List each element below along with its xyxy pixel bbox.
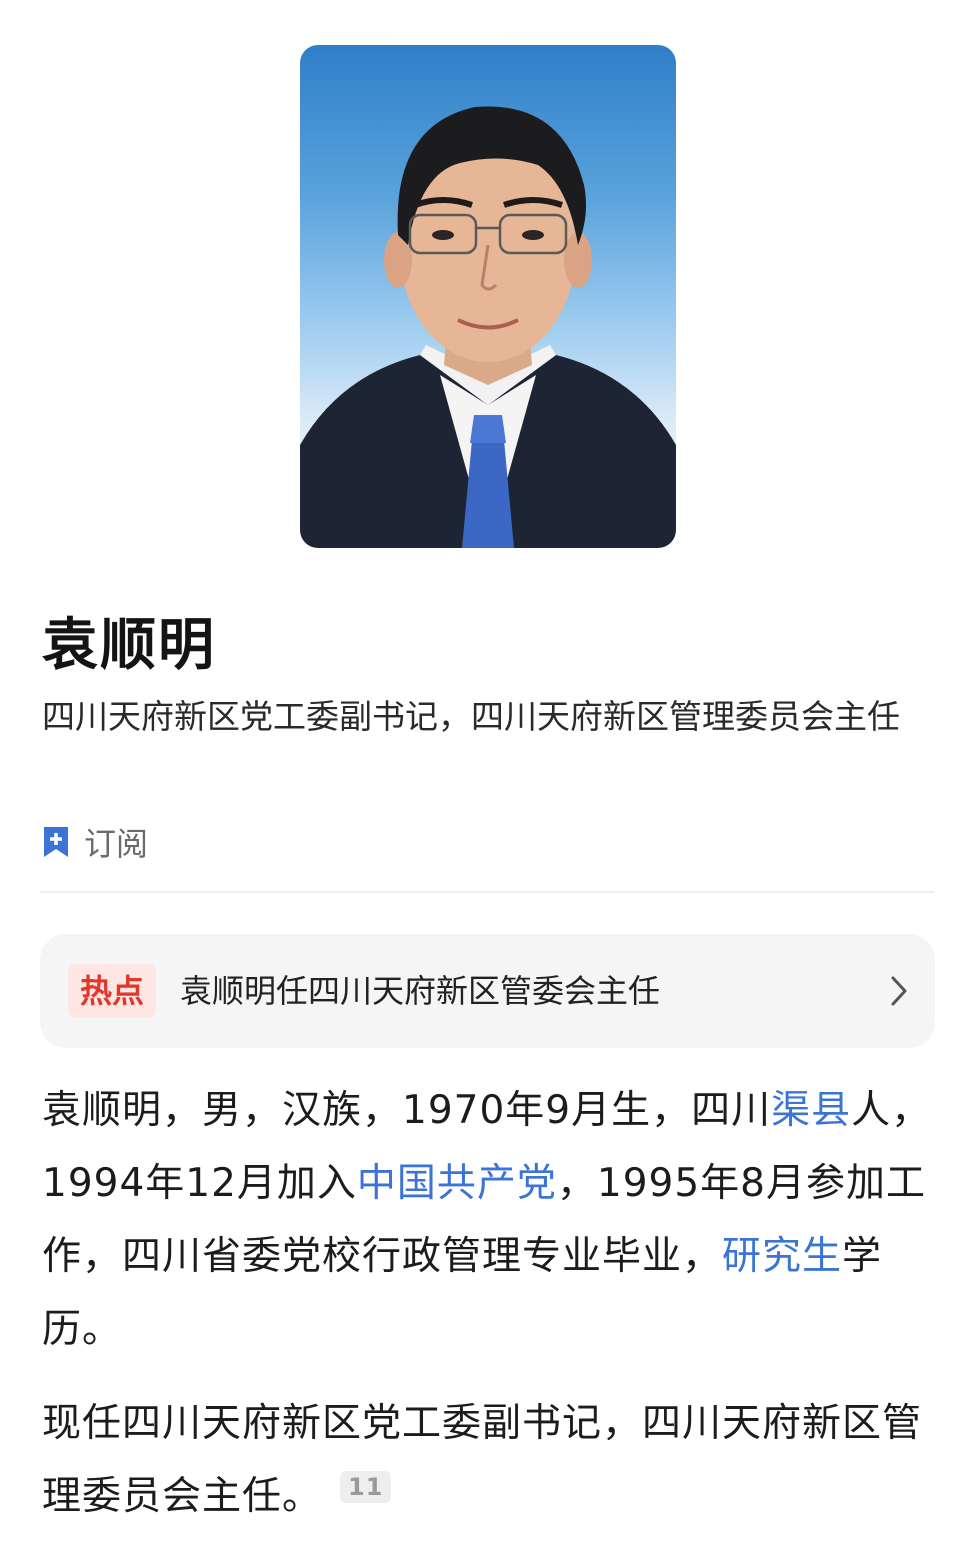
subscribe-label: 订阅: [84, 825, 149, 863]
hotspot-card[interactable]: 热点 袁顺明任四川天府新区管委会主任: [40, 934, 935, 1048]
divider: [40, 891, 935, 893]
bio-paragraph-1: 袁顺明，男，汉族，1970年9月生，四川渠县人，1994年12月加入中国共产党，…: [42, 1074, 942, 1366]
hotspot-text: 袁顺明任四川天府新区管委会主任: [180, 972, 661, 1010]
subscribe-button[interactable]: 订阅: [42, 820, 148, 864]
bio-text: 袁顺明，男，汉族，1970年9月生，四川: [42, 1088, 772, 1133]
link-quxian[interactable]: 渠县: [771, 1088, 851, 1133]
person-name: 袁顺明: [42, 613, 216, 678]
profile-photo[interactable]: [300, 45, 676, 548]
portrait-illustration: [300, 106, 676, 548]
citation-badge[interactable]: 11: [340, 1471, 392, 1503]
link-cpc[interactable]: 中国共产党: [357, 1161, 557, 1206]
bio-paragraph-2: 现任四川天府新区党工委副书记，四川天府新区管理委员会主任。 11: [42, 1387, 942, 1533]
link-postgraduate[interactable]: 研究生: [722, 1234, 842, 1279]
chevron-right-icon: [891, 976, 907, 1006]
person-title: 四川天府新区党工委副书记，四川天府新区管理委员会主任: [42, 697, 900, 736]
bookmark-plus-icon: [44, 827, 68, 857]
hotspot-badge: 热点: [68, 964, 157, 1018]
bio-text: 现任四川天府新区党工委副书记，四川天府新区管理委员会主任。: [42, 1401, 923, 1519]
